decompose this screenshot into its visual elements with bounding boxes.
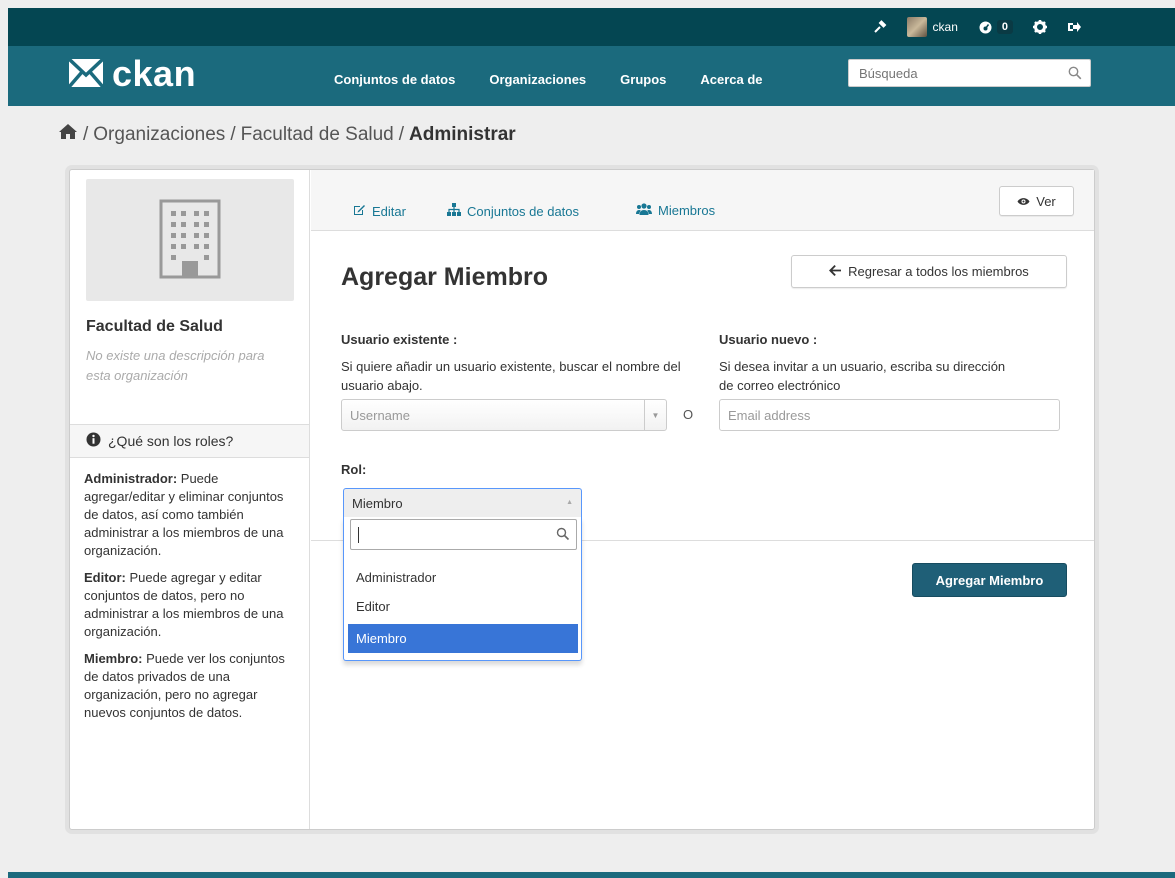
breadcrumb: / Organizaciones / Facultad de Salud / A…	[58, 123, 516, 146]
edit-icon	[353, 203, 372, 219]
main-nav: Conjuntos de datos Organizaciones Grupos…	[334, 46, 797, 106]
chevron-up-icon: ▲	[566, 499, 573, 506]
username-select[interactable]: Username ▼	[341, 399, 667, 431]
avatar	[906, 17, 927, 37]
organization-image[interactable]	[86, 179, 294, 301]
sidebar: Facultad de Salud No existe una descripc…	[70, 170, 310, 829]
role-option-miembro[interactable]: Miembro	[348, 624, 578, 653]
breadcrumb-separator: /	[398, 123, 405, 145]
footer	[8, 872, 1175, 878]
role-search-input[interactable]	[350, 519, 577, 550]
breadcrumb-separator: /	[83, 123, 89, 145]
existing-user-label: Usuario existente :	[341, 332, 458, 347]
nav-groups[interactable]: Grupos	[620, 66, 666, 87]
user-link[interactable]: ckan	[897, 8, 968, 46]
group-icon	[636, 203, 658, 218]
arrow-left-icon	[829, 264, 848, 279]
home-icon[interactable]	[58, 123, 78, 146]
tab-members-label: Miembros	[658, 203, 716, 218]
new-user-label: Usuario nuevo :	[719, 332, 818, 347]
back-button-label: Regresar a todos los miembros	[848, 264, 1029, 279]
page-title: Agregar Miembro	[341, 263, 548, 291]
envelope-logo-icon	[67, 57, 105, 91]
site-logo[interactable]: ckan	[67, 53, 197, 94]
search-icon[interactable]	[1068, 66, 1082, 83]
logout-link[interactable]	[1057, 8, 1091, 46]
primary-content: Editar Conjuntos de datos Miembros Ver A…	[311, 170, 1094, 829]
eye-icon	[1017, 194, 1036, 209]
account-masthead: ckan 0	[8, 8, 1175, 46]
sysadmin-link[interactable]	[863, 8, 897, 46]
chevron-down-icon: ▼	[644, 400, 666, 430]
email-placeholder: Email address	[728, 407, 811, 423]
building-icon	[159, 199, 221, 282]
existing-user-help: Si quiere añadir un usuario existente, b…	[341, 359, 681, 393]
text-cursor	[358, 527, 359, 543]
nav-datasets[interactable]: Conjuntos de datos	[334, 66, 455, 87]
role-select[interactable]: Miembro ▲	[343, 488, 582, 518]
role-member-description: Miembro: Puede ver los conjuntos de dato…	[84, 650, 298, 722]
role-admin-description: Administrador: Puede agregar/editar y el…	[84, 470, 298, 560]
dashboard-link[interactable]: 0	[968, 8, 1023, 46]
username: ckan	[932, 20, 958, 34]
role-option-editor[interactable]: Editor	[348, 592, 578, 621]
info-circle-icon	[86, 432, 108, 450]
email-field[interactable]: Email address	[719, 399, 1060, 431]
page-gutter	[0, 0, 8, 878]
logo-text: ckan	[112, 53, 197, 94]
site-search	[848, 59, 1091, 87]
sign-out-icon	[1067, 20, 1081, 34]
view-button[interactable]: Ver	[999, 186, 1074, 216]
back-to-members-button[interactable]: Regresar a todos los miembros	[791, 255, 1067, 288]
activity-count-badge: 0	[996, 20, 1013, 34]
view-button-label: Ver	[1036, 193, 1056, 209]
gear-icon	[1033, 20, 1047, 34]
nav-about[interactable]: Acerca de	[700, 66, 762, 87]
page-header-tabs: Editar Conjuntos de datos Miembros Ver	[311, 170, 1094, 231]
search-icon	[556, 527, 570, 541]
tab-datasets[interactable]: Conjuntos de datos	[447, 203, 579, 219]
new-user-help: Si desea invitar a un usuario, escriba s…	[719, 359, 1006, 393]
nav-organizations[interactable]: Organizaciones	[489, 66, 586, 87]
organization-description: No existe una descripción para esta orga…	[86, 348, 265, 383]
add-member-button[interactable]: Agregar Miembro	[912, 563, 1067, 597]
dashboard-icon	[978, 20, 993, 34]
breadcrumb-active[interactable]: Administrar	[409, 124, 516, 146]
role-label: Rol:	[341, 462, 367, 477]
breadcrumb-separator: /	[230, 123, 236, 145]
search-input[interactable]	[849, 60, 1059, 86]
role-name: Miembro:	[84, 651, 143, 666]
content-wrapper: Facultad de Salud No existe una descripc…	[69, 169, 1095, 830]
breadcrumb-organizations[interactable]: Organizaciones	[93, 124, 225, 146]
username-placeholder: Username	[350, 407, 410, 423]
masthead: ckan Conjuntos de datos Organizaciones G…	[8, 46, 1175, 106]
role-editor-description: Editor: Puede agregar y editar conjuntos…	[84, 569, 298, 641]
role-select-value: Miembro	[352, 496, 403, 511]
tab-members[interactable]: Miembros	[636, 203, 715, 218]
breadcrumb-organization[interactable]: Facultad de Salud	[241, 124, 394, 146]
gavel-icon	[873, 20, 887, 34]
or-separator: O	[683, 407, 694, 422]
role-name: Editor:	[84, 570, 126, 585]
organization-title: Facultad de Salud	[86, 318, 223, 335]
roles-description: Administrador: Puede agregar/editar y el…	[84, 470, 298, 731]
settings-link[interactable]	[1023, 8, 1057, 46]
roles-heading: ¿Qué son los roles?	[70, 424, 309, 458]
tab-edit[interactable]: Editar	[353, 203, 406, 219]
role-name: Administrador:	[84, 471, 178, 486]
tab-edit-label: Editar	[372, 203, 406, 219]
role-option-administrador[interactable]: Administrador	[348, 563, 578, 592]
role-dropdown: Administrador Editor Miembro	[343, 517, 582, 661]
tab-datasets-label: Conjuntos de datos	[467, 203, 580, 219]
sitemap-icon	[447, 203, 467, 219]
roles-heading-text: ¿Qué son los roles?	[108, 433, 234, 449]
